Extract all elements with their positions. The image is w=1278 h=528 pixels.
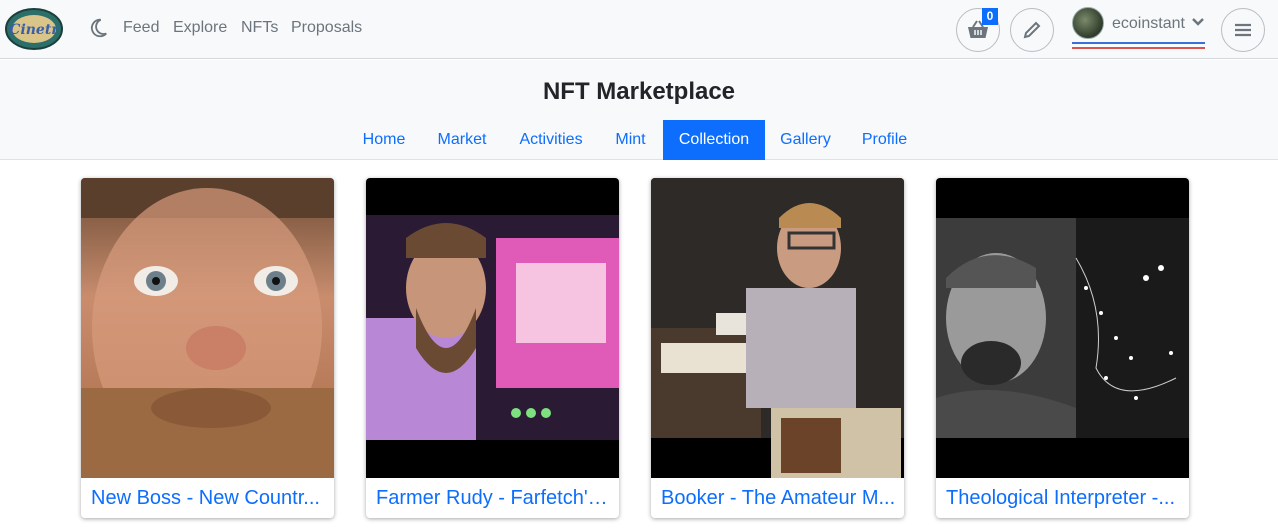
nft-card[interactable]: Booker - The Amateur M...	[651, 178, 904, 518]
nav-feed-link[interactable]: Feed	[123, 19, 159, 37]
nft-card-title[interactable]: Farmer Rudy - Farfetch'd...	[376, 487, 611, 510]
tab-market[interactable]: Market	[424, 120, 500, 160]
nav-proposals-link[interactable]: Proposals	[291, 19, 362, 37]
nft-thumbnail[interactable]	[366, 178, 619, 478]
nft-card[interactable]: New Boss - New Countr...	[81, 178, 334, 518]
nft-thumbnail[interactable]	[651, 178, 904, 478]
marketplace-header: NFT Marketplace Home Market Activities M…	[0, 60, 1278, 160]
cart-count-badge: 0	[982, 8, 998, 25]
nav-nfts-link[interactable]: NFTs	[241, 19, 278, 37]
tab-collection[interactable]: Collection	[663, 120, 765, 160]
nft-card-title[interactable]: Theological Interpreter -...	[946, 487, 1181, 510]
tab-home[interactable]: Home	[348, 120, 420, 160]
site-logo[interactable]: Cinetr	[4, 6, 64, 52]
nft-card[interactable]: Theological Interpreter -...	[936, 178, 1189, 518]
nav-explore-link[interactable]: Explore	[173, 19, 227, 37]
nft-card[interactable]: Farmer Rudy - Farfetch'd...	[366, 178, 619, 518]
moon-icon[interactable]	[87, 17, 109, 39]
tab-mint[interactable]: Mint	[602, 120, 659, 160]
tab-activities[interactable]: Activities	[504, 120, 598, 160]
username: ecoinstant	[1112, 15, 1185, 32]
nft-card-title[interactable]: New Boss - New Countr...	[91, 487, 326, 510]
top-navbar: Cinetr Feed Explore NFTs Proposals 0 eco…	[0, 0, 1278, 59]
tab-gallery[interactable]: Gallery	[769, 120, 842, 160]
pencil-icon	[1023, 21, 1041, 39]
menu-button[interactable]	[1221, 8, 1265, 52]
chevron-down-icon	[1192, 18, 1204, 26]
tab-profile[interactable]: Profile	[846, 120, 923, 160]
hamburger-icon	[1235, 23, 1251, 37]
svg-text:Cinetr: Cinetr	[9, 22, 60, 38]
nft-card-title[interactable]: Booker - The Amateur M...	[661, 487, 896, 510]
user-menu[interactable]: ecoinstant	[1072, 7, 1205, 51]
avatar	[1072, 7, 1104, 39]
nft-thumbnail[interactable]	[936, 178, 1189, 478]
nft-thumbnail[interactable]	[81, 178, 334, 478]
user-underline-blue	[1072, 42, 1205, 44]
user-underline-red	[1072, 47, 1205, 49]
page-title: NFT Marketplace	[542, 78, 736, 105]
edit-button[interactable]	[1010, 8, 1054, 52]
